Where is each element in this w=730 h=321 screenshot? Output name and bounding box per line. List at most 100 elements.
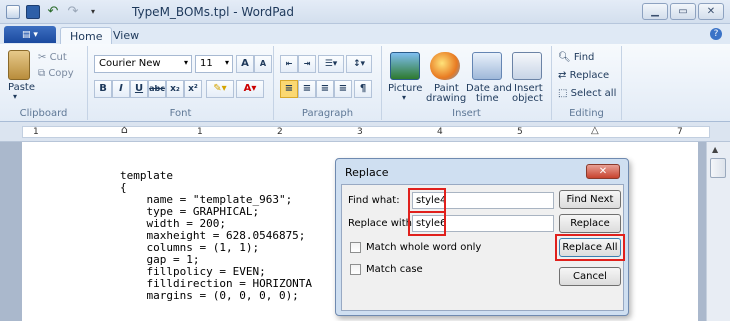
ruler-number: 5 xyxy=(517,127,523,137)
redo-icon[interactable]: ↷ xyxy=(66,5,80,19)
vertical-scrollbar[interactable]: ▲ xyxy=(706,142,730,321)
ruler-strip[interactable]: 1 ⌂ 1 2 3 4 5 △ 7 xyxy=(22,123,710,138)
bold-icon[interactable]: B xyxy=(94,80,112,98)
date-time-line2[interactable]: time xyxy=(476,93,499,104)
dialog-title: Replace xyxy=(345,166,389,179)
cut-button[interactable]: ✂ Cut xyxy=(38,52,67,63)
scroll-thumb[interactable] xyxy=(710,158,726,178)
ruler-number: 2 xyxy=(277,127,283,137)
ruler-number: 4 xyxy=(437,127,443,137)
match-whole-word-label: Match whole word only xyxy=(366,242,482,253)
shrink-font-icon[interactable]: A xyxy=(254,55,272,73)
increase-indent-icon[interactable]: ⇥ xyxy=(298,55,316,73)
insert-object-line2[interactable]: object xyxy=(512,93,543,104)
cancel-button[interactable]: Cancel xyxy=(559,267,621,286)
indent-marker-icon[interactable]: ⌂ xyxy=(121,123,128,136)
doc-line: margins = (0, 0, 0, 0); xyxy=(120,289,299,302)
replace-button[interactable]: Replace xyxy=(559,214,621,233)
align-center-icon[interactable]: ≡ xyxy=(298,80,316,98)
application-menu-button[interactable]: ▤ ▾ xyxy=(4,26,56,43)
font-group-label: Font xyxy=(169,108,192,119)
ruler-number: 7 xyxy=(677,127,683,137)
window-title: TypeM_BOMs.tpl - WordPad xyxy=(132,5,294,19)
editing-group-label: Editing xyxy=(569,108,604,119)
align-right-icon[interactable]: ≡ xyxy=(316,80,334,98)
highlight-color-icon[interactable]: ✎▾ xyxy=(206,80,234,98)
match-whole-word-checkbox[interactable] xyxy=(350,242,361,253)
font-size-value: 11 xyxy=(200,58,213,69)
maximize-button[interactable]: ▭ xyxy=(670,3,696,20)
replace-dialog: Replace ✕ Find what: style4 Replace with… xyxy=(335,158,629,316)
text-color-icon[interactable]: A▾ xyxy=(236,80,264,98)
font-group: Courier New ▾ 11 ▾ A A B I U abc x₂ x² ✎▾ … xyxy=(88,46,274,120)
replace-icon: ⇄ xyxy=(558,70,567,81)
paint-drawing-icon[interactable] xyxy=(430,52,460,80)
line-spacing-icon[interactable]: ↕▾ xyxy=(346,55,372,73)
picture-dropdown-icon[interactable]: ▾ xyxy=(402,93,406,102)
doc-line: template xyxy=(120,169,173,182)
paint-drawing-line2[interactable]: drawing xyxy=(426,93,466,104)
title-bar: ↶ ↷ ▾ TypeM_BOMs.tpl - WordPad ▁ ▭ ✕ xyxy=(0,0,730,24)
strikethrough-icon[interactable]: abc xyxy=(148,80,166,98)
insert-group: Picture ▾ Paint drawing Date and time In… xyxy=(382,46,552,120)
match-case-label: Match case xyxy=(366,264,423,275)
save-icon[interactable] xyxy=(26,5,40,19)
find-what-label: Find what: xyxy=(348,195,400,206)
replace-with-label: Replace with: xyxy=(348,218,416,229)
window-controls: ▁ ▭ ✕ xyxy=(640,3,724,20)
replace-ribbon-button[interactable]: ⇄ Replace xyxy=(558,70,609,81)
match-case-checkbox[interactable] xyxy=(350,264,361,275)
copy-button[interactable]: ⧉ Copy xyxy=(38,68,74,79)
wordpad-icon xyxy=(6,5,20,19)
find-next-button[interactable]: Find Next xyxy=(559,190,621,209)
font-family-select[interactable]: Courier New ▾ xyxy=(94,55,192,73)
grow-font-icon[interactable]: A xyxy=(236,55,254,73)
dialog-close-button[interactable]: ✕ xyxy=(586,164,620,179)
dialog-body: Find what: style4 Replace with: style6 M… xyxy=(341,184,625,311)
find-button[interactable]: 🔍︎ Find xyxy=(558,52,594,63)
tab-view[interactable]: View xyxy=(104,27,148,44)
clipboard-group-label: Clipboard xyxy=(19,108,68,119)
superscript-icon[interactable]: x² xyxy=(184,80,202,98)
picture-icon[interactable] xyxy=(390,52,420,80)
close-button[interactable]: ✕ xyxy=(698,3,724,20)
cut-label: Cut xyxy=(49,52,67,63)
replace-value-highlight xyxy=(408,211,446,236)
subscript-icon[interactable]: x₂ xyxy=(166,80,184,98)
ruler-number: 3 xyxy=(357,127,363,137)
replace-all-highlight xyxy=(555,234,625,261)
clipboard-group: Paste ▾ ✂ Cut ⧉ Copy Clipboard xyxy=(0,46,88,120)
font-family-value: Courier New xyxy=(99,58,161,69)
scroll-up-icon[interactable]: ▲ xyxy=(712,145,718,154)
find-value-highlight xyxy=(408,188,446,213)
italic-icon[interactable]: I xyxy=(112,80,130,98)
decrease-indent-icon[interactable]: ⇤ xyxy=(280,55,298,73)
customize-quick-access-icon[interactable]: ▾ xyxy=(86,5,100,19)
paste-dropdown-icon[interactable]: ▾ xyxy=(13,92,17,101)
paragraph-group: ⇤ ⇥ ☰▾ ↕▾ ≡ ≡ ≡ ≡ ¶ Paragraph xyxy=(274,46,382,120)
undo-icon[interactable]: ↶ xyxy=(46,5,60,19)
justify-icon[interactable]: ≡ xyxy=(334,80,352,98)
chevron-down-icon: ▾ xyxy=(224,58,229,67)
font-size-select[interactable]: 11 ▾ xyxy=(195,55,233,73)
copy-label: Copy xyxy=(48,68,74,79)
select-all-label: Select all xyxy=(570,88,617,99)
editing-group: 🔍︎ Find ⇄ Replace ⬚ Select all Editing xyxy=(552,46,622,120)
right-indent-marker-icon[interactable]: △ xyxy=(591,125,599,136)
insert-object-icon[interactable] xyxy=(512,52,542,80)
find-icon: 🔍︎ xyxy=(558,52,571,63)
paragraph-settings-icon[interactable]: ¶ xyxy=(354,80,372,98)
find-label: Find xyxy=(573,52,595,63)
replace-label: Replace xyxy=(569,70,610,81)
align-left-icon[interactable]: ≡ xyxy=(280,80,298,98)
ruler-number: 1 xyxy=(33,127,39,137)
underline-icon[interactable]: U xyxy=(130,80,148,98)
calendar-icon[interactable] xyxy=(472,52,502,80)
select-all-button[interactable]: ⬚ Select all xyxy=(558,88,616,99)
minimize-button[interactable]: ▁ xyxy=(642,3,668,20)
quick-access-toolbar: ↶ ↷ ▾ xyxy=(6,4,106,20)
help-icon[interactable]: ? xyxy=(710,28,722,40)
document-text[interactable]: template{ name = "template_963"; type = … xyxy=(120,170,312,302)
paste-icon[interactable] xyxy=(8,50,30,80)
list-icon[interactable]: ☰▾ xyxy=(318,55,344,73)
